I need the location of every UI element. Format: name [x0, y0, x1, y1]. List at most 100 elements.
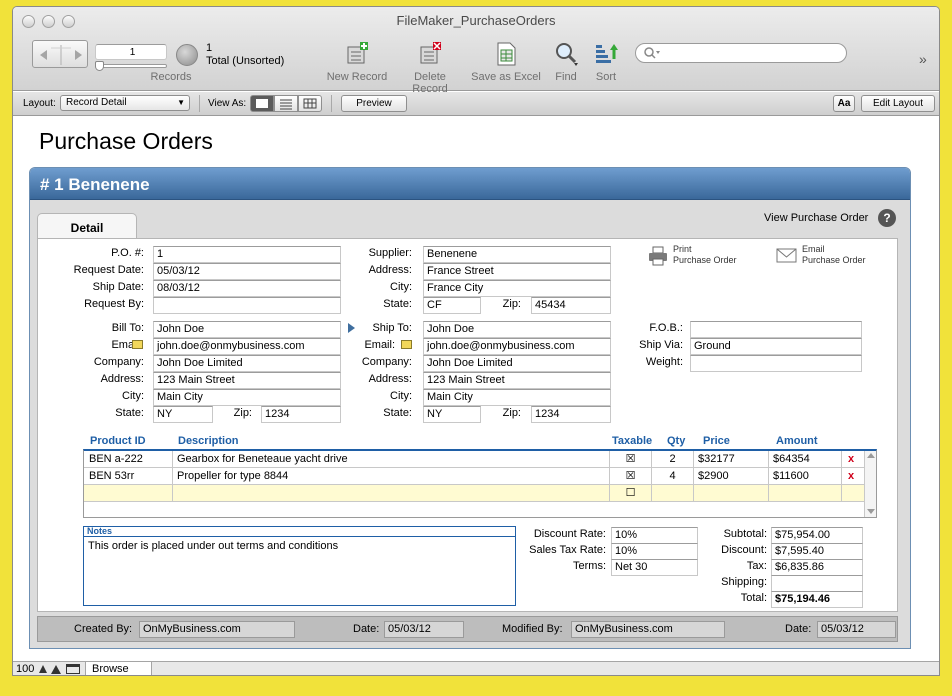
ship-via-field[interactable]: Ground: [690, 338, 862, 355]
row1-delete-icon[interactable]: x: [845, 451, 861, 467]
weight-field[interactable]: [690, 355, 862, 372]
ship-to-email-field[interactable]: john.doe@onmybusiness.com: [423, 338, 611, 355]
sales-tax-rate-field[interactable]: 10%: [611, 543, 698, 560]
row1-taxable-checkbox[interactable]: ☒: [610, 451, 652, 467]
tax-field: $6,835.86: [771, 559, 863, 576]
save-as-excel-button[interactable]: Save as Excel: [471, 41, 541, 85]
row1-product-id[interactable]: BEN a-222: [86, 451, 173, 467]
ship-to-company-field[interactable]: John Doe Limited: [423, 355, 611, 372]
row2-amount[interactable]: $11600: [770, 468, 842, 484]
row2-price[interactable]: $2900: [695, 468, 769, 484]
help-icon[interactable]: ?: [878, 209, 896, 227]
copy-address-arrow-icon[interactable]: [348, 323, 355, 333]
print-purchase-order-button[interactable]: Print Purchase Order: [648, 244, 748, 270]
scroll-down-icon[interactable]: [867, 509, 875, 514]
request-date-field[interactable]: 05/03/12: [153, 263, 341, 280]
ship-to-state-field[interactable]: NY: [423, 406, 481, 423]
row1-qty[interactable]: 2: [652, 451, 694, 467]
row2-product-id[interactable]: BEN 53rr: [86, 468, 173, 484]
supplier-zip-field[interactable]: 45434: [531, 297, 611, 314]
find-button[interactable]: Find: [549, 41, 583, 85]
zoom-out-icon[interactable]: [39, 665, 47, 673]
supplier-field[interactable]: Benenene: [423, 246, 611, 263]
new-row-amount[interactable]: [770, 485, 842, 501]
bill-to-zip-field[interactable]: 1234: [261, 406, 341, 423]
row1-price[interactable]: $32177: [695, 451, 769, 467]
bill-to-state-field[interactable]: NY: [153, 406, 213, 423]
request-by-field[interactable]: [153, 297, 341, 314]
bill-to-city-field[interactable]: Main City: [153, 389, 341, 406]
new-item-row[interactable]: ☐: [84, 485, 864, 502]
row2-qty[interactable]: 4: [652, 468, 694, 484]
view-as-table-button[interactable]: [298, 95, 322, 112]
bill-to-address-field[interactable]: 123 Main Street: [153, 372, 341, 389]
notes-box[interactable]: Notes This order is placed under out ter…: [83, 526, 516, 606]
mode-selector[interactable]: Browse: [86, 662, 152, 675]
fob-field[interactable]: [690, 321, 862, 338]
new-row-description[interactable]: [174, 485, 610, 501]
terms-field[interactable]: Net 30: [611, 559, 698, 576]
tab-detail[interactable]: Detail: [37, 213, 137, 239]
record-status-text: Total (Unsorted): [206, 55, 285, 67]
discount-rate-field[interactable]: 10%: [611, 527, 698, 544]
view-as-list-button[interactable]: [274, 95, 298, 112]
zoom-in-icon[interactable]: [51, 665, 61, 674]
toolbar-overflow-icon[interactable]: »: [919, 51, 927, 67]
notes-text[interactable]: This order is placed under out terms and…: [88, 540, 338, 552]
bill-to-email-field[interactable]: john.doe@onmybusiness.com: [153, 338, 341, 355]
ship-to-zip-field[interactable]: 1234: [531, 406, 611, 423]
modified-date-label: Date:: [785, 623, 812, 635]
new-row-taxable-checkbox[interactable]: ☐: [610, 485, 652, 501]
bill-to-email-icon[interactable]: [132, 340, 143, 349]
bill-to-name-field[interactable]: John Doe: [153, 321, 341, 338]
email-label-2: Purchase Order: [802, 255, 866, 265]
sort-button[interactable]: Sort: [589, 41, 623, 85]
supplier-city-field[interactable]: France City: [423, 280, 611, 297]
sort-icon: [596, 44, 618, 63]
record-slider[interactable]: [95, 64, 167, 68]
row1-description[interactable]: Gearbox for Beneteaue yacht drive: [174, 451, 610, 467]
row2-description[interactable]: Propeller for type 8844: [174, 468, 610, 484]
text-format-button[interactable]: Aa: [833, 95, 855, 112]
preview-button[interactable]: Preview: [341, 95, 407, 112]
table-row[interactable]: BEN 53rr Propeller for type 8844 ☒ 4 $29…: [84, 468, 864, 485]
shipping-field[interactable]: [771, 575, 863, 592]
layout-select[interactable]: Record Detail ▼: [60, 95, 190, 111]
view-purchase-order-link[interactable]: View Purchase Order: [764, 212, 868, 224]
scroll-up-icon[interactable]: [867, 453, 875, 458]
new-record-button[interactable]: New Record: [325, 41, 389, 85]
layout-label: Layout:: [23, 98, 56, 109]
table-row[interactable]: BEN a-222 Gearbox for Beneteaue yacht dr…: [84, 451, 864, 468]
row1-amount[interactable]: $64354: [770, 451, 842, 467]
row2-taxable-checkbox[interactable]: ☒: [610, 468, 652, 484]
row2-delete-icon[interactable]: x: [845, 468, 861, 484]
ship-date-field[interactable]: 08/03/12: [153, 280, 341, 297]
zoom-level[interactable]: 100: [16, 663, 34, 675]
email-purchase-order-button[interactable]: Email Purchase Order: [776, 244, 886, 270]
new-row-product-id[interactable]: [86, 485, 173, 501]
delete-record-button[interactable]: Delete Record: [395, 41, 465, 95]
save-as-excel-label: Save as Excel: [471, 71, 541, 83]
portal-scrollbar[interactable]: [864, 451, 876, 517]
record-number-field[interactable]: 1: [95, 44, 167, 60]
record-slider-thumb[interactable]: [95, 61, 104, 71]
ship-to-city-field[interactable]: Main City: [423, 389, 611, 406]
record-status-circle[interactable]: [176, 44, 198, 66]
view-as-form-button[interactable]: [250, 95, 274, 112]
supplier-address-field[interactable]: France Street: [423, 263, 611, 280]
bill-to-company-field[interactable]: John Doe Limited: [153, 355, 341, 372]
ship-to-address-field[interactable]: 123 Main Street: [423, 372, 611, 389]
ship-to-name-field[interactable]: John Doe: [423, 321, 611, 338]
col-price: Price: [703, 435, 730, 447]
search-input[interactable]: [635, 43, 847, 63]
records-label: Records: [150, 71, 192, 83]
col-taxable: Taxable: [612, 435, 653, 447]
new-row-qty[interactable]: [652, 485, 694, 501]
toggle-status-toolbar-icon[interactable]: [66, 664, 80, 674]
po-number-field[interactable]: 1: [153, 246, 341, 263]
new-row-price[interactable]: [695, 485, 769, 501]
ship-to-email-icon[interactable]: [401, 340, 412, 349]
record-book-icon[interactable]: [32, 40, 88, 68]
supplier-state-field[interactable]: CF: [423, 297, 481, 314]
edit-layout-button[interactable]: Edit Layout: [861, 95, 935, 112]
